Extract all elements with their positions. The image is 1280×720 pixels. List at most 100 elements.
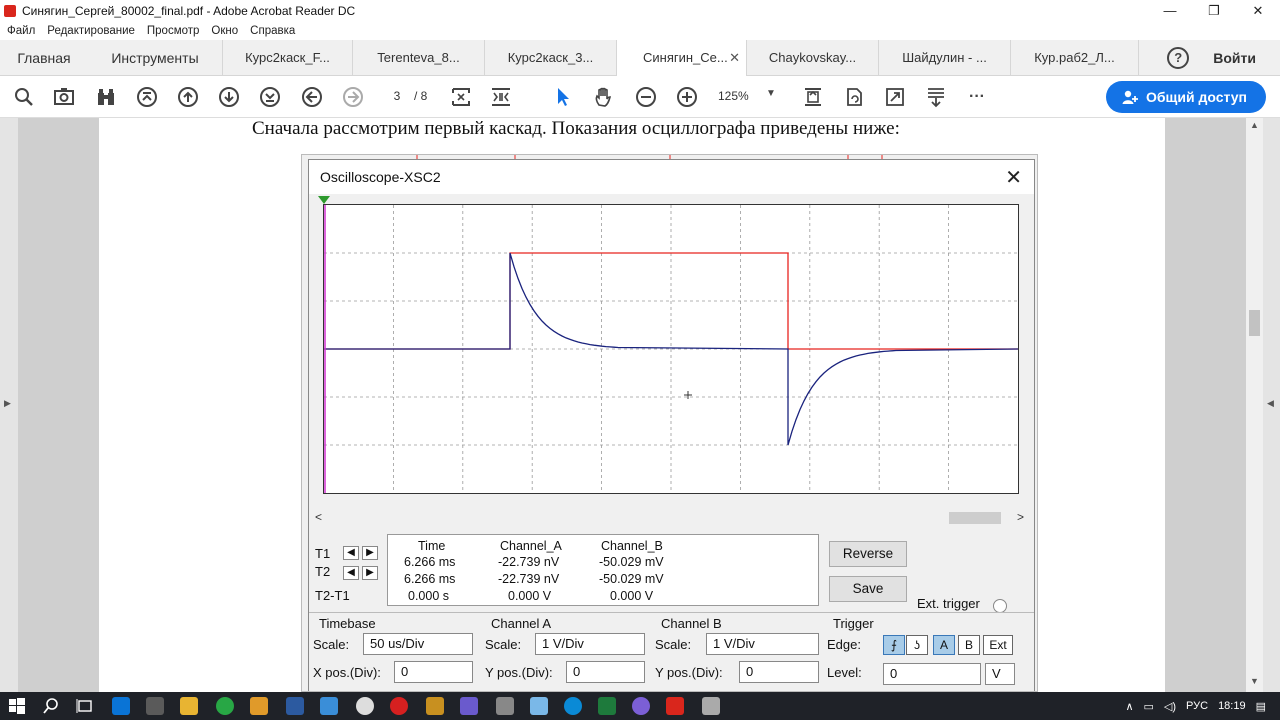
menu-file[interactable]: Файл bbox=[7, 25, 35, 37]
notifications-icon[interactable]: ▤ bbox=[1256, 700, 1266, 713]
viber-icon[interactable] bbox=[632, 697, 650, 715]
search-icon[interactable] bbox=[13, 86, 35, 108]
expand-left-icon[interactable]: ▶ bbox=[4, 398, 11, 409]
back-icon[interactable] bbox=[301, 86, 323, 108]
excel-icon[interactable] bbox=[598, 697, 616, 715]
prev-page-icon[interactable] bbox=[177, 86, 199, 108]
scroll-down-icon[interactable]: ▼ bbox=[1250, 676, 1259, 686]
app-icon-2[interactable] bbox=[250, 697, 268, 715]
t1-right-arrow-icon[interactable]: ▶ bbox=[362, 546, 378, 560]
zoom-value[interactable]: 125% bbox=[718, 89, 749, 103]
more-tools-icon[interactable]: ··· bbox=[966, 86, 988, 108]
chrome-icon[interactable] bbox=[216, 697, 234, 715]
tab-doc-7[interactable]: Кур.раб2_Л... bbox=[1011, 40, 1139, 76]
vertical-scroll-thumb[interactable] bbox=[1249, 310, 1260, 336]
oscilloscope-close-icon[interactable]: ✕ bbox=[1005, 165, 1022, 190]
channel-a-scale-field[interactable]: 1 V/Div bbox=[535, 633, 645, 655]
select-cursor-icon[interactable] bbox=[552, 86, 574, 108]
vertical-scrollbar[interactable]: ▲ ▼ bbox=[1246, 118, 1263, 692]
tab-doc-5[interactable]: Chaykovskay... bbox=[747, 40, 879, 76]
app-icon-4[interactable] bbox=[356, 697, 374, 715]
file-explorer-icon[interactable] bbox=[180, 697, 198, 715]
forward-icon[interactable] bbox=[342, 86, 364, 108]
trigger-source-ext[interactable]: Ext bbox=[983, 635, 1013, 655]
rotate-icon[interactable] bbox=[843, 86, 865, 108]
restore-button[interactable]: ❐ bbox=[1192, 0, 1236, 22]
trigger-source-b[interactable]: B bbox=[958, 635, 980, 655]
timebase-scale-field[interactable]: 50 us/Div bbox=[363, 633, 473, 655]
close-window-button[interactable]: ✕ bbox=[1236, 0, 1280, 22]
share-button[interactable]: Общий доступ bbox=[1106, 81, 1266, 113]
app-icon-7[interactable] bbox=[460, 697, 478, 715]
expand-right-icon[interactable]: ◀ bbox=[1267, 398, 1274, 409]
signin-button[interactable]: Войти bbox=[1213, 50, 1256, 66]
skype-icon[interactable] bbox=[564, 697, 582, 715]
trigger-level-field[interactable]: 0 bbox=[883, 663, 981, 685]
app-icon-1[interactable] bbox=[146, 697, 164, 715]
reverse-button[interactable]: Reverse bbox=[829, 541, 907, 567]
app-icon-5[interactable] bbox=[390, 697, 408, 715]
channel-b-scale-field[interactable]: 1 V/Div bbox=[706, 633, 819, 655]
menu-window[interactable]: Окно bbox=[211, 25, 238, 37]
zoom-dropdown-icon[interactable]: ▼ bbox=[766, 88, 776, 99]
battery-icon[interactable]: ▭ bbox=[1144, 700, 1154, 713]
zoom-out-icon[interactable] bbox=[635, 86, 657, 108]
tab-doc-1[interactable]: Курс2каск_F... bbox=[223, 40, 353, 76]
rising-edge-icon[interactable]: ⨍ bbox=[883, 635, 905, 655]
tab-doc-3[interactable]: Курс2каск_3... bbox=[485, 40, 617, 76]
channel-a-ypos-field[interactable]: 0 bbox=[566, 661, 645, 683]
keyboard-language[interactable]: РУС bbox=[1186, 700, 1208, 712]
left-panel-toggle[interactable]: ▶ bbox=[0, 118, 18, 692]
page-number-input[interactable] bbox=[380, 85, 414, 107]
oscilloscope-screen[interactable] bbox=[323, 204, 1019, 494]
full-screen-icon[interactable] bbox=[884, 86, 906, 108]
t1-left-arrow-icon[interactable]: ◀ bbox=[343, 546, 359, 560]
cursor-marker-icon[interactable] bbox=[318, 196, 332, 208]
app-icon-6[interactable] bbox=[426, 697, 444, 715]
x-pos-field[interactable]: 0 bbox=[394, 661, 473, 683]
tab-home[interactable]: Главная bbox=[0, 40, 88, 76]
horizontal-scroll-thumb[interactable] bbox=[949, 512, 1001, 524]
tab-doc-2[interactable]: Terenteva_8... bbox=[353, 40, 485, 76]
tab-doc-active[interactable]: Синягин_Се... ✕ bbox=[617, 40, 747, 76]
app-icon-3[interactable] bbox=[320, 697, 338, 715]
app-icon-9[interactable] bbox=[530, 697, 548, 715]
read-mode-icon[interactable] bbox=[925, 86, 947, 108]
ext-trigger-radio[interactable] bbox=[993, 599, 1007, 613]
tray-chevron-icon[interactable]: ∧ bbox=[1125, 700, 1133, 713]
windows-start-icon[interactable] bbox=[8, 697, 26, 715]
minimize-button[interactable]: — bbox=[1148, 0, 1192, 22]
zoom-in-icon[interactable] bbox=[676, 86, 698, 108]
snapshot-icon[interactable] bbox=[53, 86, 75, 108]
menu-edit[interactable]: Редактирование bbox=[47, 25, 135, 37]
tab-doc-6[interactable]: Шайдулин - ... bbox=[879, 40, 1011, 76]
scroll-right-icon[interactable]: > bbox=[1017, 510, 1024, 524]
menu-help[interactable]: Справка bbox=[250, 25, 295, 37]
print-binoculars-icon[interactable] bbox=[95, 86, 117, 108]
clock[interactable]: 18:19 bbox=[1218, 700, 1246, 712]
fit-page-icon[interactable] bbox=[450, 86, 472, 108]
taskbar-search-icon[interactable] bbox=[42, 697, 60, 715]
save-button[interactable]: Save bbox=[829, 576, 907, 602]
help-icon[interactable]: ? bbox=[1167, 47, 1190, 69]
tab-tools[interactable]: Инструменты bbox=[88, 40, 223, 76]
scroll-up-icon[interactable]: ▲ bbox=[1250, 120, 1259, 130]
first-page-icon[interactable] bbox=[136, 86, 158, 108]
t2-right-arrow-icon[interactable]: ▶ bbox=[362, 566, 378, 580]
hand-tool-icon[interactable] bbox=[593, 86, 615, 108]
fit-width-icon[interactable] bbox=[490, 86, 512, 108]
volume-icon[interactable]: ◁) bbox=[1164, 700, 1176, 713]
word-icon[interactable] bbox=[286, 697, 304, 715]
horizontal-scrollbar[interactable]: < > bbox=[309, 510, 1034, 526]
next-page-icon[interactable] bbox=[218, 86, 240, 108]
t2-left-arrow-icon[interactable]: ◀ bbox=[343, 566, 359, 580]
close-tab-icon[interactable]: ✕ bbox=[729, 40, 740, 76]
trigger-source-a[interactable]: A bbox=[933, 635, 955, 655]
right-panel-toggle[interactable]: ◀ bbox=[1263, 118, 1280, 692]
app-icon-8[interactable] bbox=[496, 697, 514, 715]
scroll-left-icon[interactable]: < bbox=[315, 510, 322, 524]
task-view-icon[interactable] bbox=[76, 697, 94, 715]
menu-view[interactable]: Просмотр bbox=[147, 25, 200, 37]
acrobat-taskbar-icon[interactable] bbox=[666, 697, 684, 715]
scroll-mode-icon[interactable] bbox=[802, 86, 824, 108]
